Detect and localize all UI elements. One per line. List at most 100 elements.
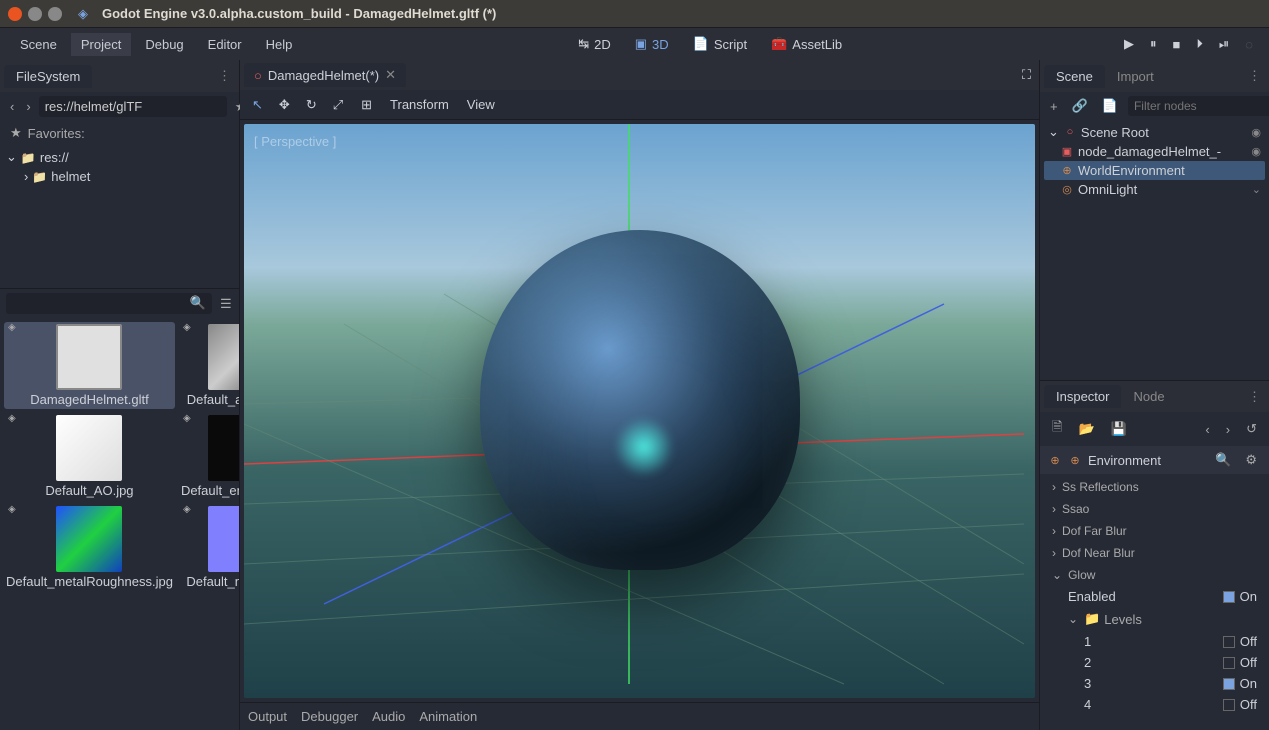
view-mode-toggle[interactable]: ☰ <box>216 294 236 314</box>
prop-glow-enabled[interactable]: EnabledOn <box>1044 586 1265 607</box>
debugger-tab[interactable]: Debugger <box>301 709 358 724</box>
settings-icon[interactable]: ⚙ <box>1241 450 1261 470</box>
menu-project[interactable]: Project <box>71 33 131 56</box>
animation-tab[interactable]: Animation <box>419 709 477 724</box>
prop-level-2[interactable]: 2Off <box>1044 652 1265 673</box>
window-close-button[interactable] <box>8 7 22 21</box>
helmet-mesh <box>480 230 800 570</box>
filesystem-tab[interactable]: FileSystem <box>4 65 92 88</box>
workspace-2d[interactable]: ↹2D <box>568 33 621 55</box>
tree-folder-helmet[interactable]: ›helmet <box>6 167 233 186</box>
environment-icon: ⊕ <box>1048 453 1062 467</box>
forward-button[interactable]: › <box>22 97 34 116</box>
instance-icon[interactable]: 🔗 <box>1068 96 1092 116</box>
node-tab[interactable]: Node <box>1121 385 1176 408</box>
output-tab[interactable]: Output <box>248 709 287 724</box>
resource-header[interactable]: ⊕ ⊕ Environment 🔍 ⚙ <box>1040 446 1269 474</box>
audio-tab[interactable]: Audio <box>372 709 405 724</box>
checkbox-icon[interactable] <box>1223 591 1235 603</box>
inspector-tab[interactable]: Inspector <box>1044 385 1121 408</box>
window-maximize-button[interactable] <box>48 7 62 21</box>
search-icon[interactable]: 🔍 <box>1211 450 1235 470</box>
new-resource-icon[interactable]: 🗎 <box>1048 416 1066 442</box>
perspective-label[interactable]: [ Perspective ] <box>254 134 336 149</box>
section-ss-reflections[interactable]: Ss Reflections <box>1044 476 1265 498</box>
checkbox-icon[interactable] <box>1223 678 1235 690</box>
file-emissive[interactable]: ◈ Default_emissive.jpg <box>179 413 239 500</box>
back-button[interactable]: ‹ <box>6 97 18 116</box>
history-next-icon[interactable]: › <box>1222 420 1234 439</box>
move-tool-icon[interactable]: ✥ <box>275 95 294 115</box>
close-tab-icon[interactable]: ✕ <box>385 67 396 83</box>
workspace-3d[interactable]: ▣3D <box>625 33 679 55</box>
search-icon[interactable]: 🔍 <box>190 295 206 311</box>
node-mesh[interactable]: ▣node_damagedHelmet_-◉ <box>1044 142 1265 161</box>
menu-scene[interactable]: Scene <box>10 33 67 56</box>
section-dof-near[interactable]: Dof Near Blur <box>1044 542 1265 564</box>
scale-tool-icon[interactable]: ⤢ <box>329 95 347 115</box>
file-damaged-helmet[interactable]: ◈ DamagedHelmet.gltf <box>4 322 175 409</box>
path-input[interactable] <box>39 96 227 117</box>
checkbox-icon[interactable] <box>1223 699 1235 711</box>
play-custom-button[interactable]: ⏯ <box>1213 32 1235 56</box>
attach-script-icon[interactable]: 📄 <box>1098 96 1122 116</box>
prop-level-1[interactable]: 1Off <box>1044 631 1265 652</box>
filesystem-search-input[interactable] <box>6 293 212 314</box>
3d-viewport[interactable]: [ Perspective ] <box>244 124 1035 698</box>
transform-menu[interactable]: Transform <box>386 95 453 114</box>
pause-button[interactable]: ⏸ <box>1144 32 1163 56</box>
section-dof-far[interactable]: Dof Far Blur <box>1044 520 1265 542</box>
distraction-free-icon[interactable]: ⛶ <box>1018 63 1035 87</box>
scene-dock-tab[interactable]: Scene <box>1044 65 1105 88</box>
menu-debug[interactable]: Debug <box>135 33 193 56</box>
rotate-tool-icon[interactable]: ↻ <box>302 95 321 115</box>
file-albedo[interactable]: ◈ Default_albedo.jpg <box>179 322 239 409</box>
filter-nodes-input[interactable] <box>1128 96 1269 116</box>
history-icon[interactable]: ↺ <box>1242 419 1261 439</box>
arrows-icon: ↹ <box>578 36 589 52</box>
filesystem-options-icon[interactable]: ⋮ <box>214 64 235 88</box>
resource-badge-icon: ◈ <box>8 322 16 333</box>
stop-button[interactable]: ■ <box>1167 33 1187 56</box>
menu-editor[interactable]: Editor <box>198 33 252 56</box>
visibility-icon[interactable]: ◉ <box>1251 126 1261 139</box>
node-world-environment[interactable]: ⊕WorldEnvironment <box>1044 161 1265 180</box>
workspace-assetlib[interactable]: 🧰AssetLib <box>761 33 852 55</box>
section-levels[interactable]: 📁Levels <box>1044 607 1265 631</box>
spinner-icon: ◌ <box>1239 33 1259 56</box>
view-menu[interactable]: View <box>463 95 499 114</box>
file-metalroughness[interactable]: ◈ Default_metalRoughness.jpg <box>4 504 175 591</box>
chevron-down-icon: ⌄ <box>1048 124 1059 140</box>
inspector-options-icon[interactable]: ⋮ <box>1244 385 1265 409</box>
scene-tab-label: DamagedHelmet(*) <box>268 68 379 83</box>
menu-help[interactable]: Help <box>256 33 303 56</box>
history-prev-icon[interactable]: ‹ <box>1201 420 1213 439</box>
load-resource-icon[interactable]: 📂 <box>1074 419 1098 439</box>
bottom-panel: Output Debugger Audio Animation <box>240 702 1039 730</box>
checkbox-icon[interactable] <box>1223 636 1235 648</box>
tree-root[interactable]: ⌄res:// <box>6 147 233 167</box>
add-node-icon[interactable]: + <box>1046 97 1062 116</box>
file-label: Default_metalRoughness.jpg <box>6 574 173 589</box>
file-normal[interactable]: ◈ Default_normal.jpg <box>179 504 239 591</box>
window-minimize-button[interactable] <box>28 7 42 21</box>
workspace-script[interactable]: 📄Script <box>683 33 757 55</box>
prop-level-4[interactable]: 4Off <box>1044 694 1265 715</box>
snap-tool-icon[interactable]: ⊞ <box>357 95 376 115</box>
play-button[interactable]: ▶ <box>1118 32 1140 56</box>
node-omni-light[interactable]: ◎OmniLight⌄ <box>1044 180 1265 199</box>
visibility-icon[interactable]: ◉ <box>1251 145 1261 158</box>
play-scene-button[interactable]: ⏵ <box>1190 32 1209 56</box>
collapse-icon[interactable]: ⌄ <box>1252 183 1261 196</box>
section-glow[interactable]: Glow <box>1044 564 1265 586</box>
node-scene-root[interactable]: ⌄○Scene Root◉ <box>1044 122 1265 142</box>
checkbox-icon[interactable] <box>1223 657 1235 669</box>
prop-level-3[interactable]: 3On <box>1044 673 1265 694</box>
scene-tab[interactable]: ○ DamagedHelmet(*) ✕ <box>244 63 406 87</box>
scene-dock-options-icon[interactable]: ⋮ <box>1244 64 1265 88</box>
save-resource-icon[interactable]: 💾 <box>1107 419 1131 439</box>
import-dock-tab[interactable]: Import <box>1105 65 1166 88</box>
file-ao[interactable]: ◈ Default_AO.jpg <box>4 413 175 500</box>
select-tool-icon[interactable]: ↖ <box>248 95 267 115</box>
section-ssao[interactable]: Ssao <box>1044 498 1265 520</box>
